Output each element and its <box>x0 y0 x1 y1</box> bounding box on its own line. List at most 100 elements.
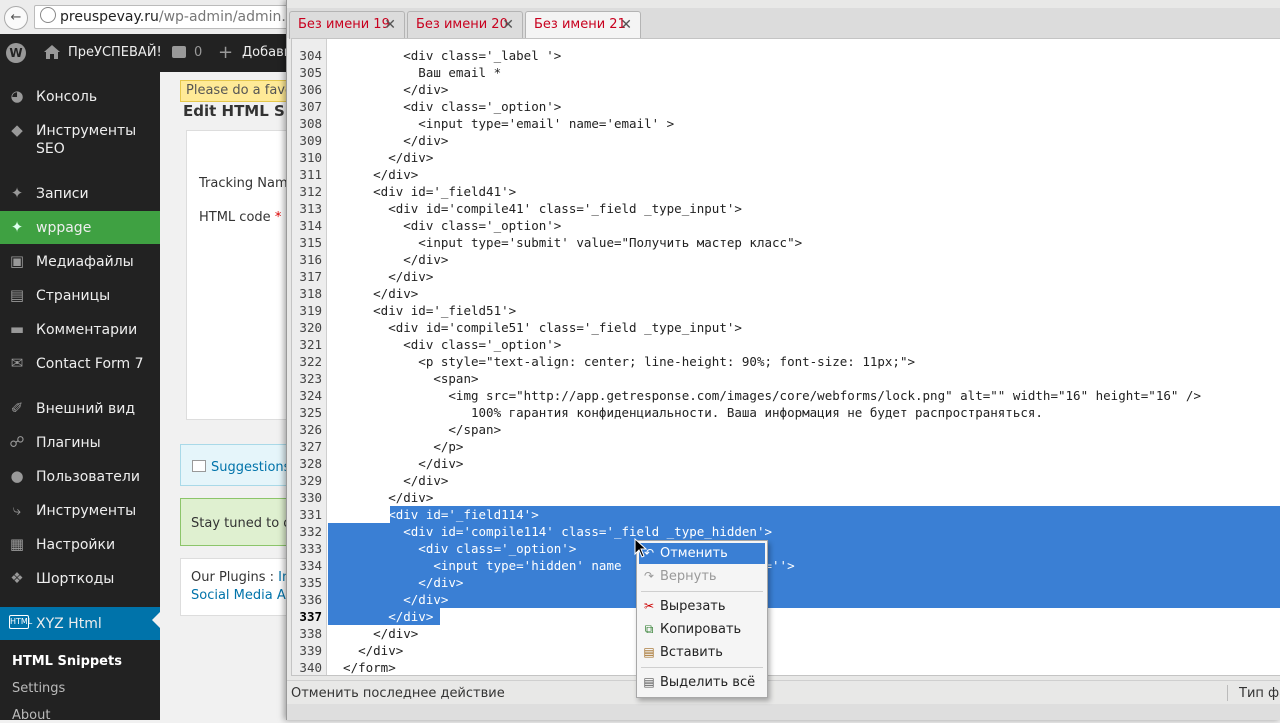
html-code-label: HTML code * <box>199 210 281 225</box>
sidebar-item-shortcodes[interactable]: ❖ Шорткоды <box>0 568 160 590</box>
sidebar-item-xyz-html[interactable]: HTML XYZ Html <box>0 607 160 640</box>
site-name-link[interactable]: ПреУСПЕВАЙ! <box>68 34 162 72</box>
close-icon[interactable]: ✕ <box>620 12 632 38</box>
sidebar-item-appearance[interactable]: ✐ Внешний вид <box>0 398 160 420</box>
sidebar-item-plugins[interactable]: ☍ Плагины <box>0 432 160 454</box>
menu-item-undo[interactable]: ↶ Отменить <box>639 543 765 564</box>
code-line[interactable]: </div> <box>328 455 463 472</box>
code-line[interactable]: <div id='compile114' class='_field _type… <box>328 523 772 540</box>
code-line[interactable]: </div> <box>328 591 448 608</box>
back-arrow-icon[interactable]: ← <box>4 6 28 30</box>
submenu-html-snippets[interactable]: HTML Snippets <box>12 654 122 669</box>
code-line[interactable]: </div> <box>328 132 448 149</box>
code-line[interactable]: <div id='_field114'> <box>328 506 539 523</box>
code-line[interactable]: </div> <box>328 574 463 591</box>
sidebar-item-media[interactable]: ▣ Медиафайлы <box>0 251 160 273</box>
html-icon: HTML <box>9 615 32 629</box>
code-line[interactable]: </div> <box>328 608 433 625</box>
sidebar-item-users[interactable]: ● Пользователи <box>0 466 160 488</box>
code-line[interactable]: <span> <box>328 370 478 387</box>
code-line[interactable]: </div> <box>328 166 418 183</box>
menu-item-copy[interactable]: ⧉ Копировать <box>639 619 765 640</box>
close-icon[interactable]: ✕ <box>384 12 396 38</box>
line-number: 311 <box>299 167 322 182</box>
sidebar-item-console[interactable]: ◕ Консоль <box>0 86 160 108</box>
sidebar-item-contact-form-7[interactable]: ✉ Contact Form 7 <box>0 353 160 375</box>
line-number: 307 <box>299 99 322 114</box>
submenu-about[interactable]: About <box>12 708 50 723</box>
code-line[interactable]: <div id='compile41' class='_field _type_… <box>328 200 742 217</box>
our-plugins-panel <box>180 558 302 616</box>
code-line[interactable]: <p style="text-align: center; line-heigh… <box>328 353 915 370</box>
code-line[interactable]: </p> <box>328 438 463 455</box>
code-line[interactable]: </div> <box>328 81 448 98</box>
code-editor[interactable]: 304 305 306 307 308 309 310 311 312 313 314 315 316 3… <box>291 38 1280 676</box>
line-number: 326 <box>299 422 322 437</box>
code-line[interactable]: <div class='_option'> <box>328 217 561 234</box>
sidebar-item-posts[interactable]: ✦ Записи <box>0 183 160 205</box>
home-icon[interactable] <box>44 45 60 59</box>
code-line[interactable]: 100% гарантия конфиденциальности. Ваша и… <box>328 404 1043 421</box>
code-line[interactable]: </div> <box>328 149 433 166</box>
line-number: 309 <box>299 133 322 148</box>
code-line[interactable]: </div> <box>328 285 418 302</box>
line-number: 305 <box>299 65 322 80</box>
code-line[interactable]: <div id='_field51'> <box>328 302 516 319</box>
code-line[interactable]: </div> <box>328 251 448 268</box>
status-divider <box>1227 685 1228 701</box>
file-type-label[interactable]: Тип фа <box>1239 683 1280 705</box>
menu-item-cut[interactable]: ✂ Вырезать <box>639 596 765 617</box>
code-line[interactable]: <div id='_field41'> <box>328 183 516 200</box>
code-line[interactable]: Ваш email * <box>328 64 501 81</box>
code-line[interactable]: </span> <box>328 421 501 438</box>
code-line[interactable]: <div class='_option'> <box>328 98 561 115</box>
code-line[interactable]: <input type='email' name='email' > <box>328 115 674 132</box>
browser-toolbar: ← preuspevay.ru/wp-admin/admin.php? <box>0 0 298 35</box>
menu-item-paste[interactable]: ▤ Вставить <box>639 642 765 663</box>
code-line[interactable]: </div> <box>328 472 448 489</box>
line-number: 330 <box>299 490 322 505</box>
code-line[interactable]: </div> <box>328 625 418 642</box>
code-line[interactable]: <img src="http://app.getresponse.com/ima… <box>328 387 1201 404</box>
tab-untitled-21[interactable]: Без имени 21 ✕ <box>525 11 641 39</box>
menu-item-select-all[interactable]: ▤ Выделить всё <box>639 672 765 693</box>
add-new-link[interactable]: Добави <box>242 34 292 72</box>
close-icon[interactable]: ✕ <box>502 12 514 38</box>
code-line[interactable]: </div> <box>328 489 433 506</box>
code-line[interactable]: <div class='_label '> <box>328 47 561 64</box>
code-line[interactable]: <div class='_option'> <box>328 540 576 557</box>
code-line[interactable]: </div> <box>328 642 403 659</box>
line-number: 320 <box>299 320 322 335</box>
code-line[interactable]: <div id='compile51' class='_field _type_… <box>328 319 742 336</box>
tab-untitled-20[interactable]: Без имени 20 ✕ <box>407 11 523 39</box>
submenu-settings[interactable]: Settings <box>12 681 65 696</box>
line-number: 306 <box>299 82 322 97</box>
address-bar[interactable]: preuspevay.ru/wp-admin/admin.php? <box>34 5 298 29</box>
comment-bubble-icon[interactable] <box>172 46 186 58</box>
social-media-link[interactable]: Social Media Aut <box>191 588 299 603</box>
line-number: 317 <box>299 269 322 284</box>
selection-highlight <box>328 574 1280 591</box>
code-line[interactable]: <input type='submit' value="Получить мас… <box>328 234 802 251</box>
wordpress-logo-icon[interactable]: W <box>6 43 26 63</box>
sidebar-item-settings[interactable]: ▦ Настройки <box>0 534 160 556</box>
tab-untitled-19[interactable]: Без имени 19 ✕ <box>289 11 405 39</box>
sidebar-item-wppage[interactable]: ✦ wppage <box>0 211 160 244</box>
code-line[interactable]: <div class='_option'> <box>328 336 561 353</box>
status-bar: Отменить последнее действие Тип фа <box>287 680 1280 705</box>
wp-admin-sidebar: ◕ Консоль ◆ Инструменты SEO ✦ Записи ✦ w… <box>0 72 160 723</box>
mail-icon <box>192 460 206 472</box>
code-line[interactable]: </div> <box>328 268 433 285</box>
sidebar-item-seo-tools[interactable]: ◆ Инструменты SEO <box>0 120 160 160</box>
code-line[interactable]: </form> <box>328 659 396 675</box>
sidebar-item-tools[interactable]: ⤷ Инструменты <box>0 500 160 522</box>
plus-icon[interactable]: + <box>218 34 233 72</box>
comments-count[interactable]: 0 <box>194 34 202 72</box>
line-number: 316 <box>299 252 322 267</box>
sidebar-item-pages[interactable]: ▤ Страницы <box>0 285 160 307</box>
user-icon: ● <box>10 467 24 485</box>
context-menu: ↶ Отменить ↷ Вернуть ✂ Вырезать ⧉ Копиро… <box>636 540 768 698</box>
sidebar-item-comments[interactable]: ▬ Комментарии <box>0 319 160 341</box>
selection-highlight <box>328 591 1280 608</box>
suggestions-link[interactable]: Suggestions <box>211 460 290 475</box>
